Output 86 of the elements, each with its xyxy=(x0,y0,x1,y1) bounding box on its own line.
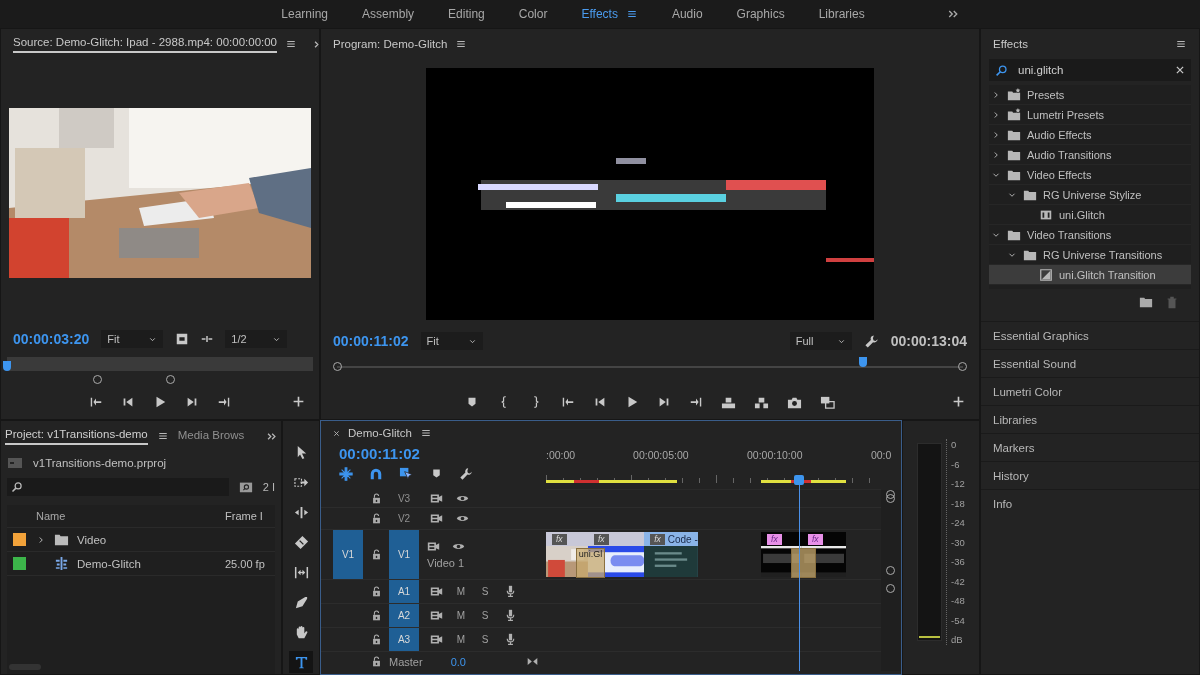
volume-value[interactable]: 0.0 xyxy=(450,655,466,668)
tree-item[interactable]: Audio Effects xyxy=(989,125,1191,145)
fx-badge[interactable]: fx xyxy=(552,533,567,545)
meter-scale-label: -48 xyxy=(951,595,965,606)
workspace-tab[interactable]: Effects xyxy=(581,7,638,21)
panel-item[interactable]: Markers xyxy=(981,433,1199,461)
video-clip[interactable]: fx Code - xyxy=(644,532,699,577)
tree-item[interactable]: uni.Glitch Transition xyxy=(989,265,1191,285)
tree-item[interactable]: Lumetri Presets xyxy=(989,105,1191,125)
duration-timecode: 00:00:13:04 xyxy=(890,333,967,349)
zoom-dropdown[interactable]: Fit xyxy=(101,330,164,348)
tree-item[interactable]: RG Universe Stylize xyxy=(989,185,1191,205)
track-target[interactable]: A3 xyxy=(389,628,419,651)
workspace-tab[interactable]: Editing xyxy=(448,7,485,21)
resolution-dropdown[interactable]: 1/2 xyxy=(225,330,288,348)
ruler-label: 00:00:10:00 xyxy=(747,449,803,461)
panel-tab[interactable]: Media Brows xyxy=(177,428,245,444)
track-name: Video 1 xyxy=(427,557,465,569)
source-patch[interactable]: V1 xyxy=(333,530,363,579)
solo-button[interactable]: S xyxy=(473,610,497,621)
meter-scale-label: -30 xyxy=(951,536,965,548)
tree-item[interactable]: Audio Transitions xyxy=(989,145,1191,165)
transition[interactable]: uni.Gl xyxy=(575,548,606,578)
track-target[interactable]: A1 xyxy=(389,580,419,603)
timecode[interactable]: 00:00:11:02 xyxy=(333,333,409,349)
track-target[interactable]: V3 xyxy=(389,490,419,507)
project-file: v1Transitions-demo.prproj xyxy=(33,457,167,469)
clip-name: Code - xyxy=(667,533,698,545)
meter-scale-label: -54 xyxy=(951,614,965,626)
workspace-tab[interactable]: Color xyxy=(518,7,548,21)
workspace-tab[interactable]: Audio xyxy=(671,7,703,21)
meter-scale-label: -42 xyxy=(951,575,965,587)
ruler-label: 00:00:05:00 xyxy=(633,449,689,461)
item-name[interactable]: Demo-Glitch xyxy=(77,557,141,570)
mute-button[interactable]: M xyxy=(449,610,473,621)
panel-title: Program: Demo-Glitch xyxy=(333,38,448,50)
timecode[interactable]: 00:00:11:02 xyxy=(339,445,546,462)
tree-item[interactable]: Video Transitions xyxy=(989,225,1191,245)
panel-item[interactable]: Info xyxy=(981,489,1199,517)
track-target[interactable]: V2 xyxy=(389,508,419,529)
solo-button[interactable]: S xyxy=(473,586,497,597)
workspace-tab[interactable]: Assembly xyxy=(362,7,415,21)
track-target[interactable]: A2 xyxy=(389,604,419,627)
solo-button[interactable]: S xyxy=(473,634,497,645)
tree-item[interactable]: uni.Glitch xyxy=(989,205,1191,225)
meter-scale-label: -18 xyxy=(951,497,965,509)
zoom-dropdown[interactable]: Fit xyxy=(420,332,483,350)
quality-dropdown[interactable]: Full xyxy=(789,332,852,350)
panel-item[interactable]: Essential Sound xyxy=(981,349,1199,377)
workspace-tab[interactable]: Learning xyxy=(281,7,329,21)
meter-scale-label: -6 xyxy=(951,458,961,470)
search-input[interactable]: uni.glitch xyxy=(1016,63,1167,77)
meter-scale-label: -12 xyxy=(951,478,965,489)
column-header[interactable]: Frame I xyxy=(225,510,275,522)
workspace-tab[interactable]: Libraries xyxy=(818,7,865,21)
panel-item[interactable]: Essential Graphics xyxy=(981,321,1199,349)
mute-button[interactable]: M xyxy=(449,634,473,645)
item-name[interactable]: Video xyxy=(77,533,107,546)
sequence-tab[interactable]: Demo-Glitch xyxy=(348,427,412,439)
panel-item[interactable]: Lumetri Color xyxy=(981,377,1199,405)
panel-title: Effects xyxy=(993,38,1028,50)
panel-tab[interactable]: Source: Demo-Glitch: Ipad - 2988.mp4: 00:00:00:00 xyxy=(13,35,277,53)
mute-button[interactable]: M xyxy=(449,586,473,597)
fx-badge[interactable]: fx xyxy=(650,533,665,545)
meter-scale-label: 0 xyxy=(951,439,958,450)
tree-item[interactable]: Video Effects xyxy=(989,165,1191,185)
tree-item[interactable]: Presets xyxy=(989,85,1191,105)
ruler-label: :00:00 xyxy=(546,449,576,461)
meter-scale-label: dB xyxy=(951,634,964,645)
fx-badge[interactable]: fx xyxy=(807,533,823,545)
panel-item[interactable]: Libraries xyxy=(981,405,1199,433)
column-header[interactable]: Name xyxy=(36,510,225,522)
meter-scale-label: -36 xyxy=(951,556,965,567)
item-count: 2 I xyxy=(262,481,275,493)
search-field[interactable]: uni.glitch xyxy=(989,59,1191,81)
fx-badge[interactable]: fx xyxy=(593,533,609,545)
track-target[interactable]: V1 xyxy=(389,530,419,579)
table-cell-text: 25.00 fp xyxy=(225,557,266,570)
fx-badge[interactable]: fx xyxy=(767,533,782,545)
meter-scale-label: -24 xyxy=(951,517,965,528)
panel-item[interactable]: History xyxy=(981,461,1199,489)
track-name: Master xyxy=(389,655,423,668)
timecode[interactable]: 00:00:03:20 xyxy=(13,331,90,347)
panel-tab[interactable]: Project: v1Transitions-demo xyxy=(5,427,148,445)
workspace-tab[interactable]: Graphics xyxy=(736,7,785,21)
ruler-label: 00:0 xyxy=(870,449,892,461)
